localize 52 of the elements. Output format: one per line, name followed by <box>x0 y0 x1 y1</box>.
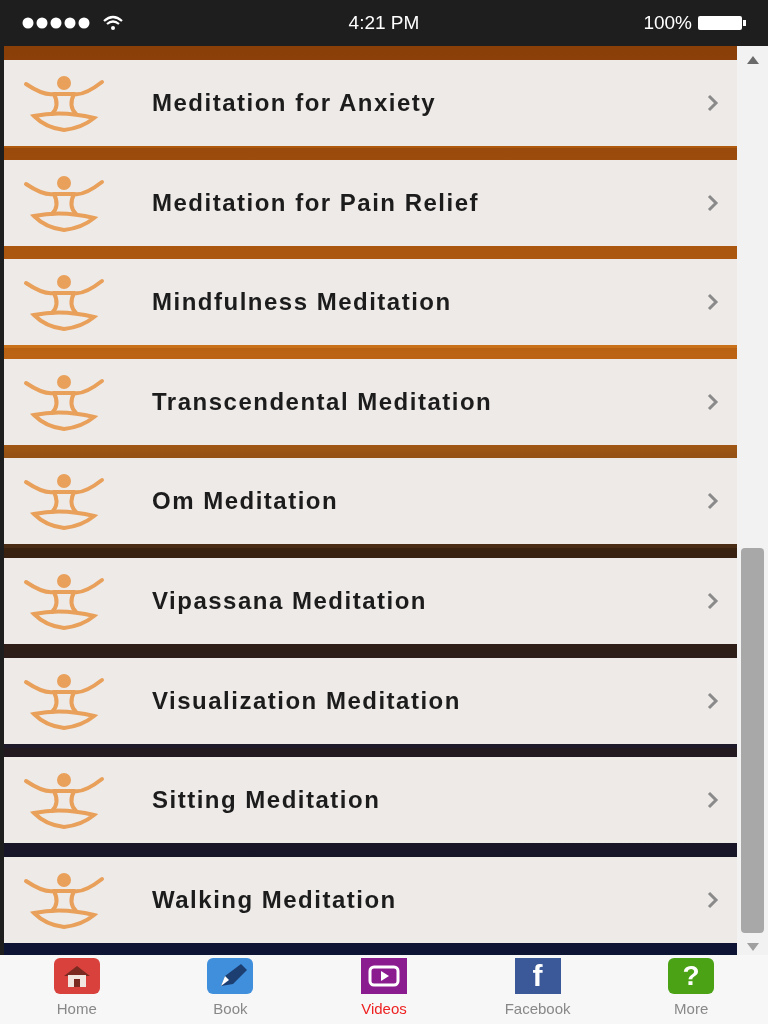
scroll-thumb[interactable] <box>741 548 764 933</box>
item-title: Om Meditation <box>152 486 340 517</box>
list-item[interactable]: Mindfulness Meditation <box>4 259 737 346</box>
item-title: Walking Meditation <box>152 884 398 915</box>
battery-percentage: 100% <box>643 10 692 35</box>
scroll-up-icon[interactable] <box>746 56 759 64</box>
meditation-figure-icon <box>22 372 106 431</box>
wifi-icon <box>102 15 124 31</box>
item-title: Meditation for Pain Relief <box>152 187 481 218</box>
item-title: Visualization Meditation <box>152 685 462 716</box>
item-title: Sitting Meditation <box>152 785 382 816</box>
list-item[interactable]: Om Meditation <box>4 458 737 545</box>
list-item[interactable]: Meditation for Anxiety <box>4 60 737 146</box>
pen-icon <box>207 958 254 995</box>
chevron-icon <box>707 591 719 610</box>
house-icon <box>53 958 100 995</box>
item-title: Transcendental Meditation <box>152 386 494 417</box>
chevron-icon <box>707 94 719 112</box>
signal-icon <box>22 17 92 29</box>
list-item[interactable]: Walking Meditation <box>4 856 737 943</box>
meditation-figure-icon <box>22 173 106 232</box>
list-item[interactable]: Meditation for Pain Relief <box>4 159 737 246</box>
tab-bar-item[interactable]: Videos <box>307 958 461 1021</box>
list-item[interactable]: Visualization Meditation <box>4 657 737 744</box>
scroll-down-icon[interactable] <box>746 943 759 951</box>
facebook-icon: f <box>514 958 561 995</box>
item-title: Vipassana Meditation <box>152 585 428 616</box>
meditation-figure-icon <box>22 671 106 730</box>
list-item[interactable]: Vipassana Meditation <box>4 557 737 644</box>
scroll-bar[interactable] <box>737 46 768 955</box>
chevron-icon <box>707 691 719 710</box>
chevron-icon <box>707 193 719 212</box>
chevron-icon <box>707 890 719 909</box>
meditation-figure-icon <box>22 273 106 332</box>
chevron-icon <box>707 492 719 511</box>
help-icon: ? <box>668 958 715 995</box>
meditation-figure-icon <box>22 472 106 531</box>
battery-icon <box>698 15 746 31</box>
play-icon <box>361 958 407 995</box>
clock-time: 4:21 PM <box>347 10 421 35</box>
tab-bar-item[interactable]: f Facebook <box>460 958 615 1021</box>
chevron-icon <box>707 791 719 810</box>
meditation-figure-icon <box>22 870 106 929</box>
chevron-icon <box>707 392 719 411</box>
item-title: Mindfulness Meditation <box>152 287 453 318</box>
item-title: Meditation for Anxiety <box>152 88 438 118</box>
list-item[interactable]: Transcendental Meditation <box>4 358 737 445</box>
list-item[interactable]: Sitting Meditation <box>4 757 737 844</box>
meditation-figure-icon <box>22 74 106 132</box>
meditation-figure-icon <box>22 771 106 830</box>
chevron-icon <box>707 293 719 312</box>
meditation-figure-icon <box>22 571 106 630</box>
